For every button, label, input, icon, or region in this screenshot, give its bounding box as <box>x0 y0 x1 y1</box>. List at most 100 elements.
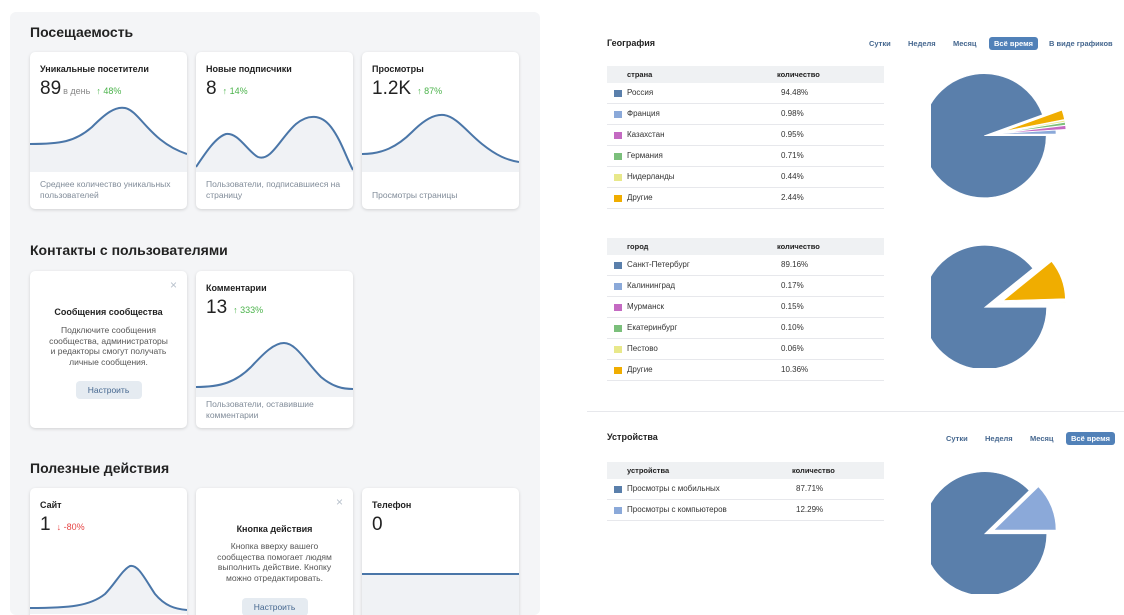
new-subscribers-card[interactable]: Новые подписчики 8 ↑ 14% Пользователи, по… <box>196 52 353 209</box>
row-value: 94.48% <box>781 88 809 97</box>
period-week[interactable]: Неделя <box>985 434 1013 443</box>
period-month[interactable]: Месяц <box>1030 434 1053 443</box>
period-month[interactable]: Месяц <box>953 39 976 48</box>
trend-curve <box>362 113 519 172</box>
community-messages-card: × Сообщения сообщества Подключите сообще… <box>30 271 187 428</box>
legend-swatch <box>614 174 622 181</box>
phone-card[interactable]: Телефон 0 <box>362 488 519 615</box>
row-label: Россия <box>627 88 654 97</box>
card-value: 89 в день ↑ 48% <box>40 78 122 99</box>
table-row: Мурманск 0.15% <box>607 297 884 318</box>
delta-up: ↑ 333% <box>233 305 264 315</box>
row-label: Другие <box>627 365 653 374</box>
row-label: Казахстан <box>627 130 665 139</box>
row-value: 0.71% <box>781 151 804 160</box>
city-table: город количество Санкт-Петербург 89.16% Ка… <box>607 238 884 381</box>
legend-swatch <box>614 262 622 269</box>
configure-button[interactable]: Настроить <box>75 381 142 399</box>
devices-table: устройства количество Просмотры с мобиль… <box>607 462 884 521</box>
views-card[interactable]: Просмотры 1.2K ↑ 87% Просмотры страницы <box>362 52 519 209</box>
delta-down: ↓ -80% <box>56 522 85 532</box>
pie-slice <box>931 73 1047 198</box>
row-value: 0.95% <box>781 130 804 139</box>
card-value: 8 ↑ 14% <box>206 78 248 99</box>
site-card[interactable]: Сайт 1 ↓ -80% <box>30 488 187 615</box>
card-title: Сайт <box>40 500 62 510</box>
card-value: 13 ↑ 333% <box>206 297 264 318</box>
legend-swatch <box>614 346 622 353</box>
legend-swatch <box>614 325 622 332</box>
delta-up: ↑ 87% <box>417 86 443 96</box>
close-icon[interactable]: × <box>336 495 343 509</box>
row-label: Германия <box>627 151 663 160</box>
configure-button[interactable]: Настроить <box>241 598 308 615</box>
row-value: 10.36% <box>781 365 809 374</box>
row-value: 2.44% <box>781 193 804 202</box>
row-value: 87.71% <box>796 484 824 493</box>
row-label: Мурманск <box>627 302 664 311</box>
legend-swatch <box>614 90 622 97</box>
table-row: Франция 0.98% <box>607 104 884 125</box>
table-header: устройства количество <box>607 462 884 479</box>
card-footer: Пользователи, подписавшиеся на страницу <box>206 179 341 200</box>
charts-view-link[interactable]: В виде графиков <box>1049 39 1113 48</box>
row-value: 0.17% <box>781 281 804 290</box>
delta-up: ↑ 14% <box>222 86 248 96</box>
country-table: страна количество Россия 94.48% Франция 0.9… <box>607 66 884 209</box>
card-description: Кнопка вверху вашего сообщества помогает … <box>217 541 332 583</box>
card-title: Новые подписчики <box>206 64 292 74</box>
trend-curve <box>30 106 187 172</box>
legend-swatch <box>614 507 622 514</box>
table-header: страна количество <box>607 66 884 83</box>
comments-card[interactable]: Комментарии 13 ↑ 333% Пользователи, остав… <box>196 271 353 428</box>
card-title: Кнопка действия <box>236 524 313 534</box>
legend-swatch <box>614 195 622 202</box>
period-day[interactable]: Сутки <box>946 434 968 443</box>
table-row: Пестово 0.06% <box>607 339 884 360</box>
legend-swatch <box>614 304 622 311</box>
close-icon[interactable]: × <box>170 278 177 292</box>
legend-swatch <box>614 153 622 160</box>
visits-section-title: Посещаемость <box>30 24 134 40</box>
devices-pie-chart <box>931 471 1057 594</box>
trend-curve <box>196 115 353 172</box>
legend-swatch <box>614 111 622 118</box>
card-footer: Среднее количество уникальных пользовател… <box>40 179 171 200</box>
row-label: Франция <box>627 109 660 118</box>
pie-slice <box>931 245 1047 368</box>
contacts-section-title: Контакты с пользователями <box>30 242 228 258</box>
row-label: Екатеринбург <box>627 323 678 332</box>
card-title: Сообщения сообщества <box>54 307 163 317</box>
table-row: Калининград 0.17% <box>607 276 884 297</box>
table-row: Россия 94.48% <box>607 83 884 104</box>
period-week[interactable]: Неделя <box>908 39 936 48</box>
table-row: Другие 2.44% <box>607 188 884 209</box>
card-description: Подключите сообщения сообщества, админист… <box>49 325 168 367</box>
table-header: город количество <box>607 238 884 255</box>
unique-visitors-card[interactable]: Уникальные посетители 89 в день ↑ 48% Сред… <box>30 52 187 209</box>
table-row: Казахстан 0.95% <box>607 125 884 146</box>
table-row: Просмотры с мобильных 87.71% <box>607 479 884 500</box>
row-label: Калининград <box>627 281 676 290</box>
legend-swatch <box>614 283 622 290</box>
geography-panel: География Сутки Неделя Месяц Всё время В… <box>587 0 1124 615</box>
card-title: Просмотры <box>372 64 424 74</box>
row-label: Просмотры с компьютеров <box>627 505 727 514</box>
country-pie-chart <box>931 73 1067 198</box>
row-label: Просмотры с мобильных <box>627 484 720 493</box>
card-footer: Пользователи, оставившие комментарии <box>206 399 314 420</box>
city-pie-chart <box>931 245 1067 368</box>
row-label: Пестово <box>627 344 658 353</box>
table-row: Екатеринбург 0.10% <box>607 318 884 339</box>
section-divider <box>587 411 1124 412</box>
table-row: Германия 0.71% <box>607 146 884 167</box>
table-row: Нидерланды 0.44% <box>607 167 884 188</box>
pie-slice <box>931 471 1048 594</box>
row-label: Нидерланды <box>627 172 675 181</box>
table-row: Другие 10.36% <box>607 360 884 381</box>
period-day[interactable]: Сутки <box>869 39 891 48</box>
devices-title: Устройства <box>607 432 658 442</box>
period-all-time[interactable]: Всё время <box>989 37 1039 50</box>
period-all-time[interactable]: Всё время <box>1066 432 1116 445</box>
row-label: Другие <box>627 193 653 202</box>
